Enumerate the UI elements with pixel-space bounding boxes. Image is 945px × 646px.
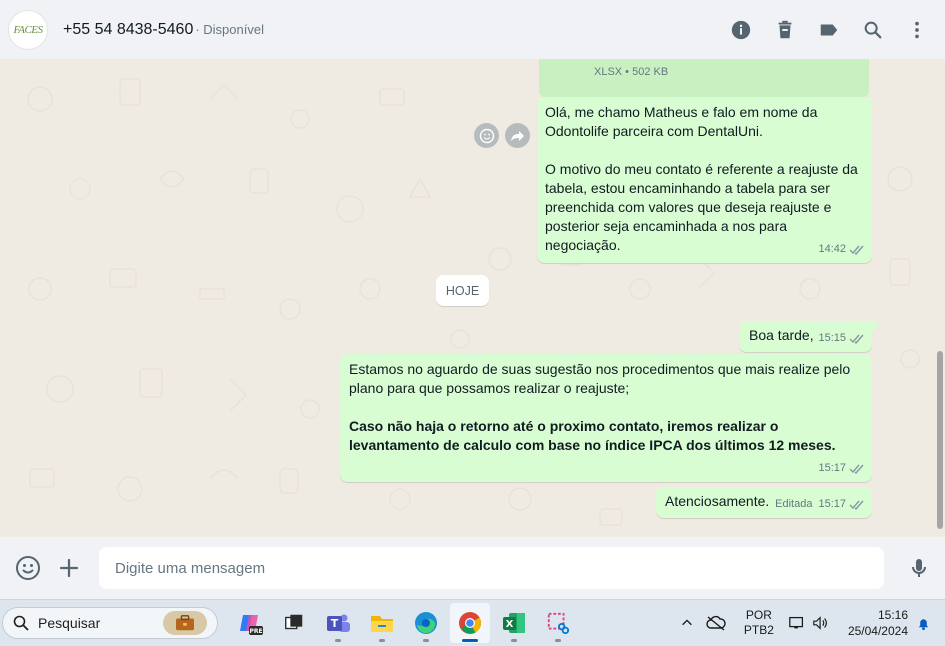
- taskbar-search[interactable]: Pesquisar: [2, 607, 218, 639]
- microphone-icon[interactable]: [905, 554, 933, 582]
- message-text: Atenciosamente.: [665, 493, 770, 509]
- message-composer: [0, 537, 945, 599]
- message-meta: Editada 15:17: [775, 495, 865, 514]
- double-check-icon: [849, 500, 864, 510]
- edge-app-icon[interactable]: [406, 603, 446, 643]
- message-text: Boa tarde,: [749, 327, 814, 343]
- message-bold-text: Caso não haja o retorno até o proximo co…: [349, 418, 836, 453]
- message-bubble-outgoing[interactable]: Atenciosamente. Editada 15:17: [656, 487, 872, 518]
- message-time: 15:17: [818, 498, 846, 510]
- clock-time: 15:16: [877, 608, 908, 622]
- message-time: 15:17: [818, 462, 846, 474]
- language-code: POR: [745, 608, 772, 622]
- attachment-card[interactable]: XLSX • 502 KB: [539, 59, 869, 97]
- attachment-meta: XLSX • 502 KB: [594, 66, 669, 78]
- contact-name: +55 54 8438-5460: [63, 20, 194, 38]
- contact-avatar[interactable]: FACES: [8, 9, 48, 50]
- message-bubble-outgoing[interactable]: Boa tarde, 15:15: [739, 321, 880, 352]
- teams-app-icon[interactable]: T: [318, 603, 358, 643]
- message-text: O motivo do meu contato é referente a re…: [545, 161, 858, 253]
- task-view-icon[interactable]: [274, 603, 314, 643]
- network-icon[interactable]: [788, 615, 806, 631]
- chrome-app-icon[interactable]: [450, 603, 490, 643]
- svg-text:T: T: [331, 617, 339, 630]
- trash-icon[interactable]: [773, 18, 797, 42]
- volume-icon[interactable]: [812, 615, 830, 631]
- input-language[interactable]: POR PTB2: [744, 608, 774, 638]
- chat-scrollbar[interactable]: [937, 351, 943, 529]
- double-check-icon: [849, 464, 864, 474]
- chat-panel[interactable]: XLSX • 502 KB Olá, me chamo Matheus e fa…: [0, 59, 945, 537]
- copilot-app-icon[interactable]: PRE: [230, 603, 270, 643]
- bubble-tail: [872, 321, 880, 333]
- windows-taskbar: Pesquisar PRE T X POR PTB2 15:16 25/04/2…: [0, 599, 945, 646]
- info-icon[interactable]: [729, 18, 753, 42]
- message-text: Estamos no aguardo de suas sugestão nos …: [349, 361, 851, 396]
- message-meta: 15:17: [818, 459, 865, 478]
- message-meta: 14:42: [818, 240, 865, 259]
- notification-bell-icon[interactable]: [916, 616, 931, 631]
- message-time: 15:15: [818, 332, 846, 344]
- message-text: Olá, me chamo Matheus e falo em nome da …: [545, 104, 818, 139]
- header-actions: [709, 18, 929, 42]
- message-time: 14:42: [818, 243, 846, 255]
- double-check-icon: [849, 245, 864, 255]
- keyboard-layout: PTB2: [743, 623, 774, 637]
- excel-app-icon[interactable]: X: [494, 603, 534, 643]
- copilot-badge: PRE: [249, 628, 262, 635]
- cloud-offline-icon[interactable]: [706, 615, 726, 631]
- snipping-tool-icon[interactable]: [538, 603, 578, 643]
- search-icon: [13, 615, 29, 631]
- clock-date: 25/04/2024: [847, 624, 908, 638]
- search-icon[interactable]: [861, 18, 885, 42]
- system-tray: POR PTB2 15:16 25/04/2024: [668, 600, 945, 646]
- briefcase-icon[interactable]: [163, 611, 207, 635]
- chat-header: FACES +55 54 8438-5460 · Disponível: [0, 0, 945, 59]
- double-check-icon: [849, 334, 864, 344]
- message-actions: [474, 123, 536, 148]
- chevron-up-icon[interactable]: [680, 616, 694, 630]
- menu-icon[interactable]: [905, 18, 929, 42]
- system-clock[interactable]: 15:16 25/04/2024: [848, 607, 908, 639]
- taskbar-search-label: Pesquisar: [38, 615, 101, 631]
- edited-label: Editada: [775, 498, 813, 510]
- forward-icon[interactable]: [505, 123, 530, 148]
- message-meta: 15:15: [818, 329, 865, 348]
- file-explorer-icon[interactable]: [362, 603, 402, 643]
- taskbar-apps: PRE T X: [230, 603, 582, 643]
- contact-status: · Disponível: [195, 21, 264, 37]
- svg-text:X: X: [506, 619, 514, 630]
- message-bubble-outgoing[interactable]: Olá, me chamo Matheus e falo em nome da …: [537, 97, 872, 263]
- message-input[interactable]: [99, 547, 884, 589]
- contact-info[interactable]: +55 54 8438-5460 · Disponível: [63, 21, 264, 39]
- message-bubble-outgoing[interactable]: Estamos no aguardo de suas sugestão nos …: [340, 354, 872, 482]
- attach-plus-icon[interactable]: [55, 554, 83, 582]
- label-icon[interactable]: [817, 18, 841, 42]
- react-emoji-icon[interactable]: [474, 123, 499, 148]
- date-divider: HOJE: [436, 275, 489, 306]
- emoji-icon[interactable]: [14, 554, 42, 582]
